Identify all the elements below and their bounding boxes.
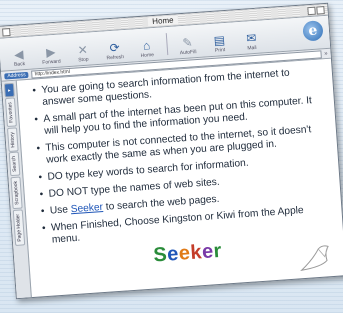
seeker-link[interactable]: Seeker: [70, 202, 103, 215]
forward-arrow-icon: ▶: [45, 44, 56, 60]
browser-window: Home ◀ Back ▶ Forward ✕ Stop ⟳ Refresh ⌂…: [0, 2, 343, 300]
print-button[interactable]: ▤ Print: [204, 33, 235, 56]
back-button[interactable]: ◀ Back: [4, 47, 35, 70]
back-arrow-icon: ◀: [13, 47, 24, 62]
print-label: Print: [214, 47, 226, 54]
mail-label: Mail: [247, 44, 257, 52]
tab-scrapbook[interactable]: Scrapbook: [10, 176, 23, 210]
page-curl-doodle-icon: [300, 245, 329, 272]
close-box[interactable]: [2, 27, 11, 37]
tab-history[interactable]: History: [6, 127, 19, 152]
tab-page-holder[interactable]: Page Holder: [12, 209, 26, 246]
web-page: You are going to search information from…: [17, 59, 343, 297]
home-icon: ⌂: [142, 38, 151, 53]
address-label: Address: [4, 71, 29, 80]
print-icon: ▤: [213, 33, 226, 48]
logo-letter: r: [212, 239, 223, 263]
mail-icon: ✉: [245, 30, 257, 46]
autofill-icon: ✎: [181, 35, 193, 50]
refresh-button[interactable]: ⟳ Refresh: [99, 40, 130, 64]
window-title: Home: [147, 15, 178, 27]
content-area: ◂ Favorites History Search Scrapbook Pag…: [1, 59, 343, 299]
collapse-box[interactable]: [316, 6, 325, 15]
instruction-list: You are going to search information from…: [29, 65, 333, 247]
sidebar-toggle-icon[interactable]: ◂: [3, 82, 15, 98]
tab-favorites[interactable]: Favorites: [4, 97, 17, 128]
refresh-icon: ⟳: [109, 40, 121, 56]
stop-label: Stop: [78, 56, 89, 64]
zoom-box[interactable]: [307, 6, 316, 16]
stop-button[interactable]: ✕ Stop: [67, 43, 98, 66]
back-label: Back: [13, 61, 26, 68]
chevron-right-icon[interactable]: »: [324, 50, 328, 56]
home-button[interactable]: ⌂ Home: [131, 38, 162, 61]
autofill-label: AutoFill: [179, 49, 197, 57]
seeker-line-after: to search the web pages.: [102, 193, 220, 213]
seeker-line-before: Use: [49, 204, 72, 217]
tab-search[interactable]: Search: [8, 151, 21, 177]
browser-logo-icon: e: [302, 20, 324, 42]
autofill-button[interactable]: ✎ AutoFill: [172, 35, 203, 59]
toolbar-separator: [165, 33, 169, 56]
forward-label: Forward: [42, 58, 61, 66]
refresh-label: Refresh: [106, 54, 125, 62]
forward-button[interactable]: ▶ Forward: [35, 45, 66, 68]
mail-button[interactable]: ✉ Mail: [236, 31, 267, 54]
home-label: Home: [140, 52, 155, 59]
stop-icon: ✕: [77, 42, 89, 58]
